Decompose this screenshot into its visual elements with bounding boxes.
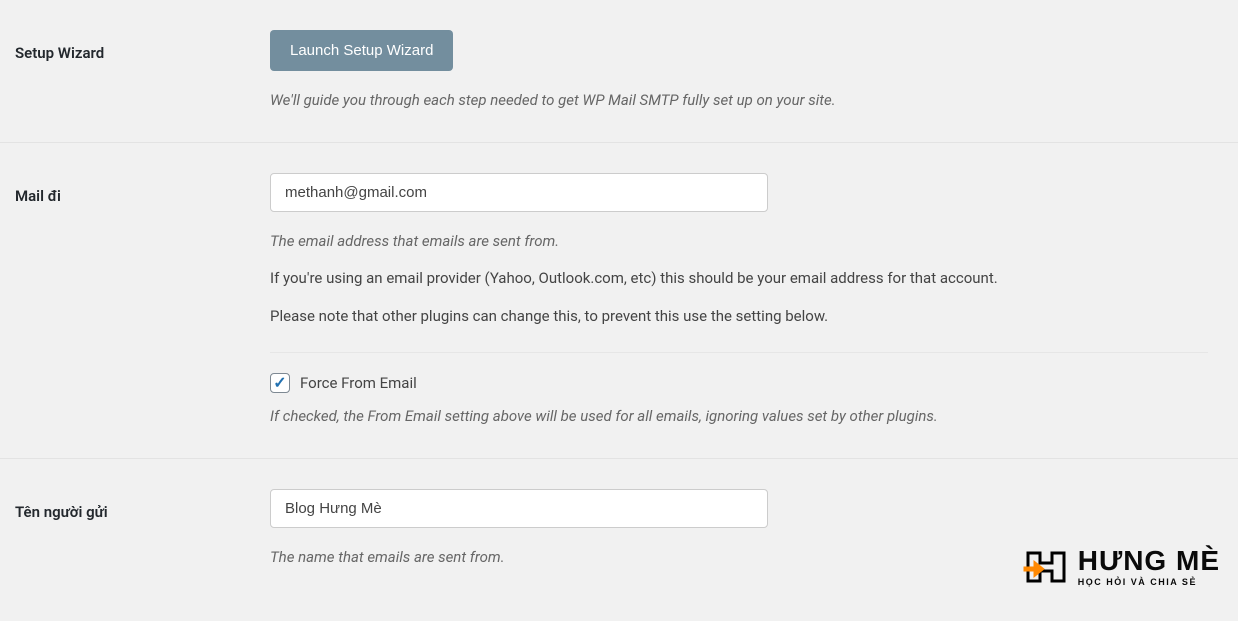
- label-setup-wizard: Setup Wizard: [15, 30, 270, 112]
- settings-form: Setup Wizard Launch Setup Wizard We'll g…: [0, 0, 1238, 598]
- brand-title: HƯNG MÈ: [1078, 547, 1220, 575]
- brand-subtitle: HỌC HỎI VÀ CHIA SẺ: [1078, 577, 1220, 587]
- row-setup-wizard: Setup Wizard Launch Setup Wizard We'll g…: [0, 0, 1238, 143]
- force-from-email-checkbox[interactable]: [270, 373, 290, 393]
- force-from-email-group: Force From Email If checked, the From Em…: [270, 352, 1208, 428]
- from-email-desc-2: Please note that other plugins can chang…: [270, 304, 1208, 328]
- setup-wizard-description: We'll guide you through each step needed…: [270, 89, 1208, 112]
- brand-logo: HƯNG MÈ HỌC HỎI VÀ CHIA SẺ: [1022, 543, 1220, 591]
- label-from-email: Mail đi: [15, 173, 270, 428]
- from-email-desc-italic: The email address that emails are sent f…: [270, 230, 1208, 253]
- from-email-desc-1: If you're using an email provider (Yahoo…: [270, 266, 1208, 290]
- force-from-email-desc: If checked, the From Email setting above…: [270, 405, 1208, 428]
- launch-setup-wizard-button[interactable]: Launch Setup Wizard: [270, 30, 453, 71]
- from-name-input[interactable]: [270, 489, 768, 528]
- force-from-email-label: Force From Email: [300, 374, 417, 392]
- row-from-email: Mail đi The email address that emails ar…: [0, 143, 1238, 459]
- label-from-name: Tên người gửi: [15, 489, 270, 569]
- from-email-input[interactable]: [270, 173, 768, 212]
- brand-logo-icon: [1022, 543, 1070, 591]
